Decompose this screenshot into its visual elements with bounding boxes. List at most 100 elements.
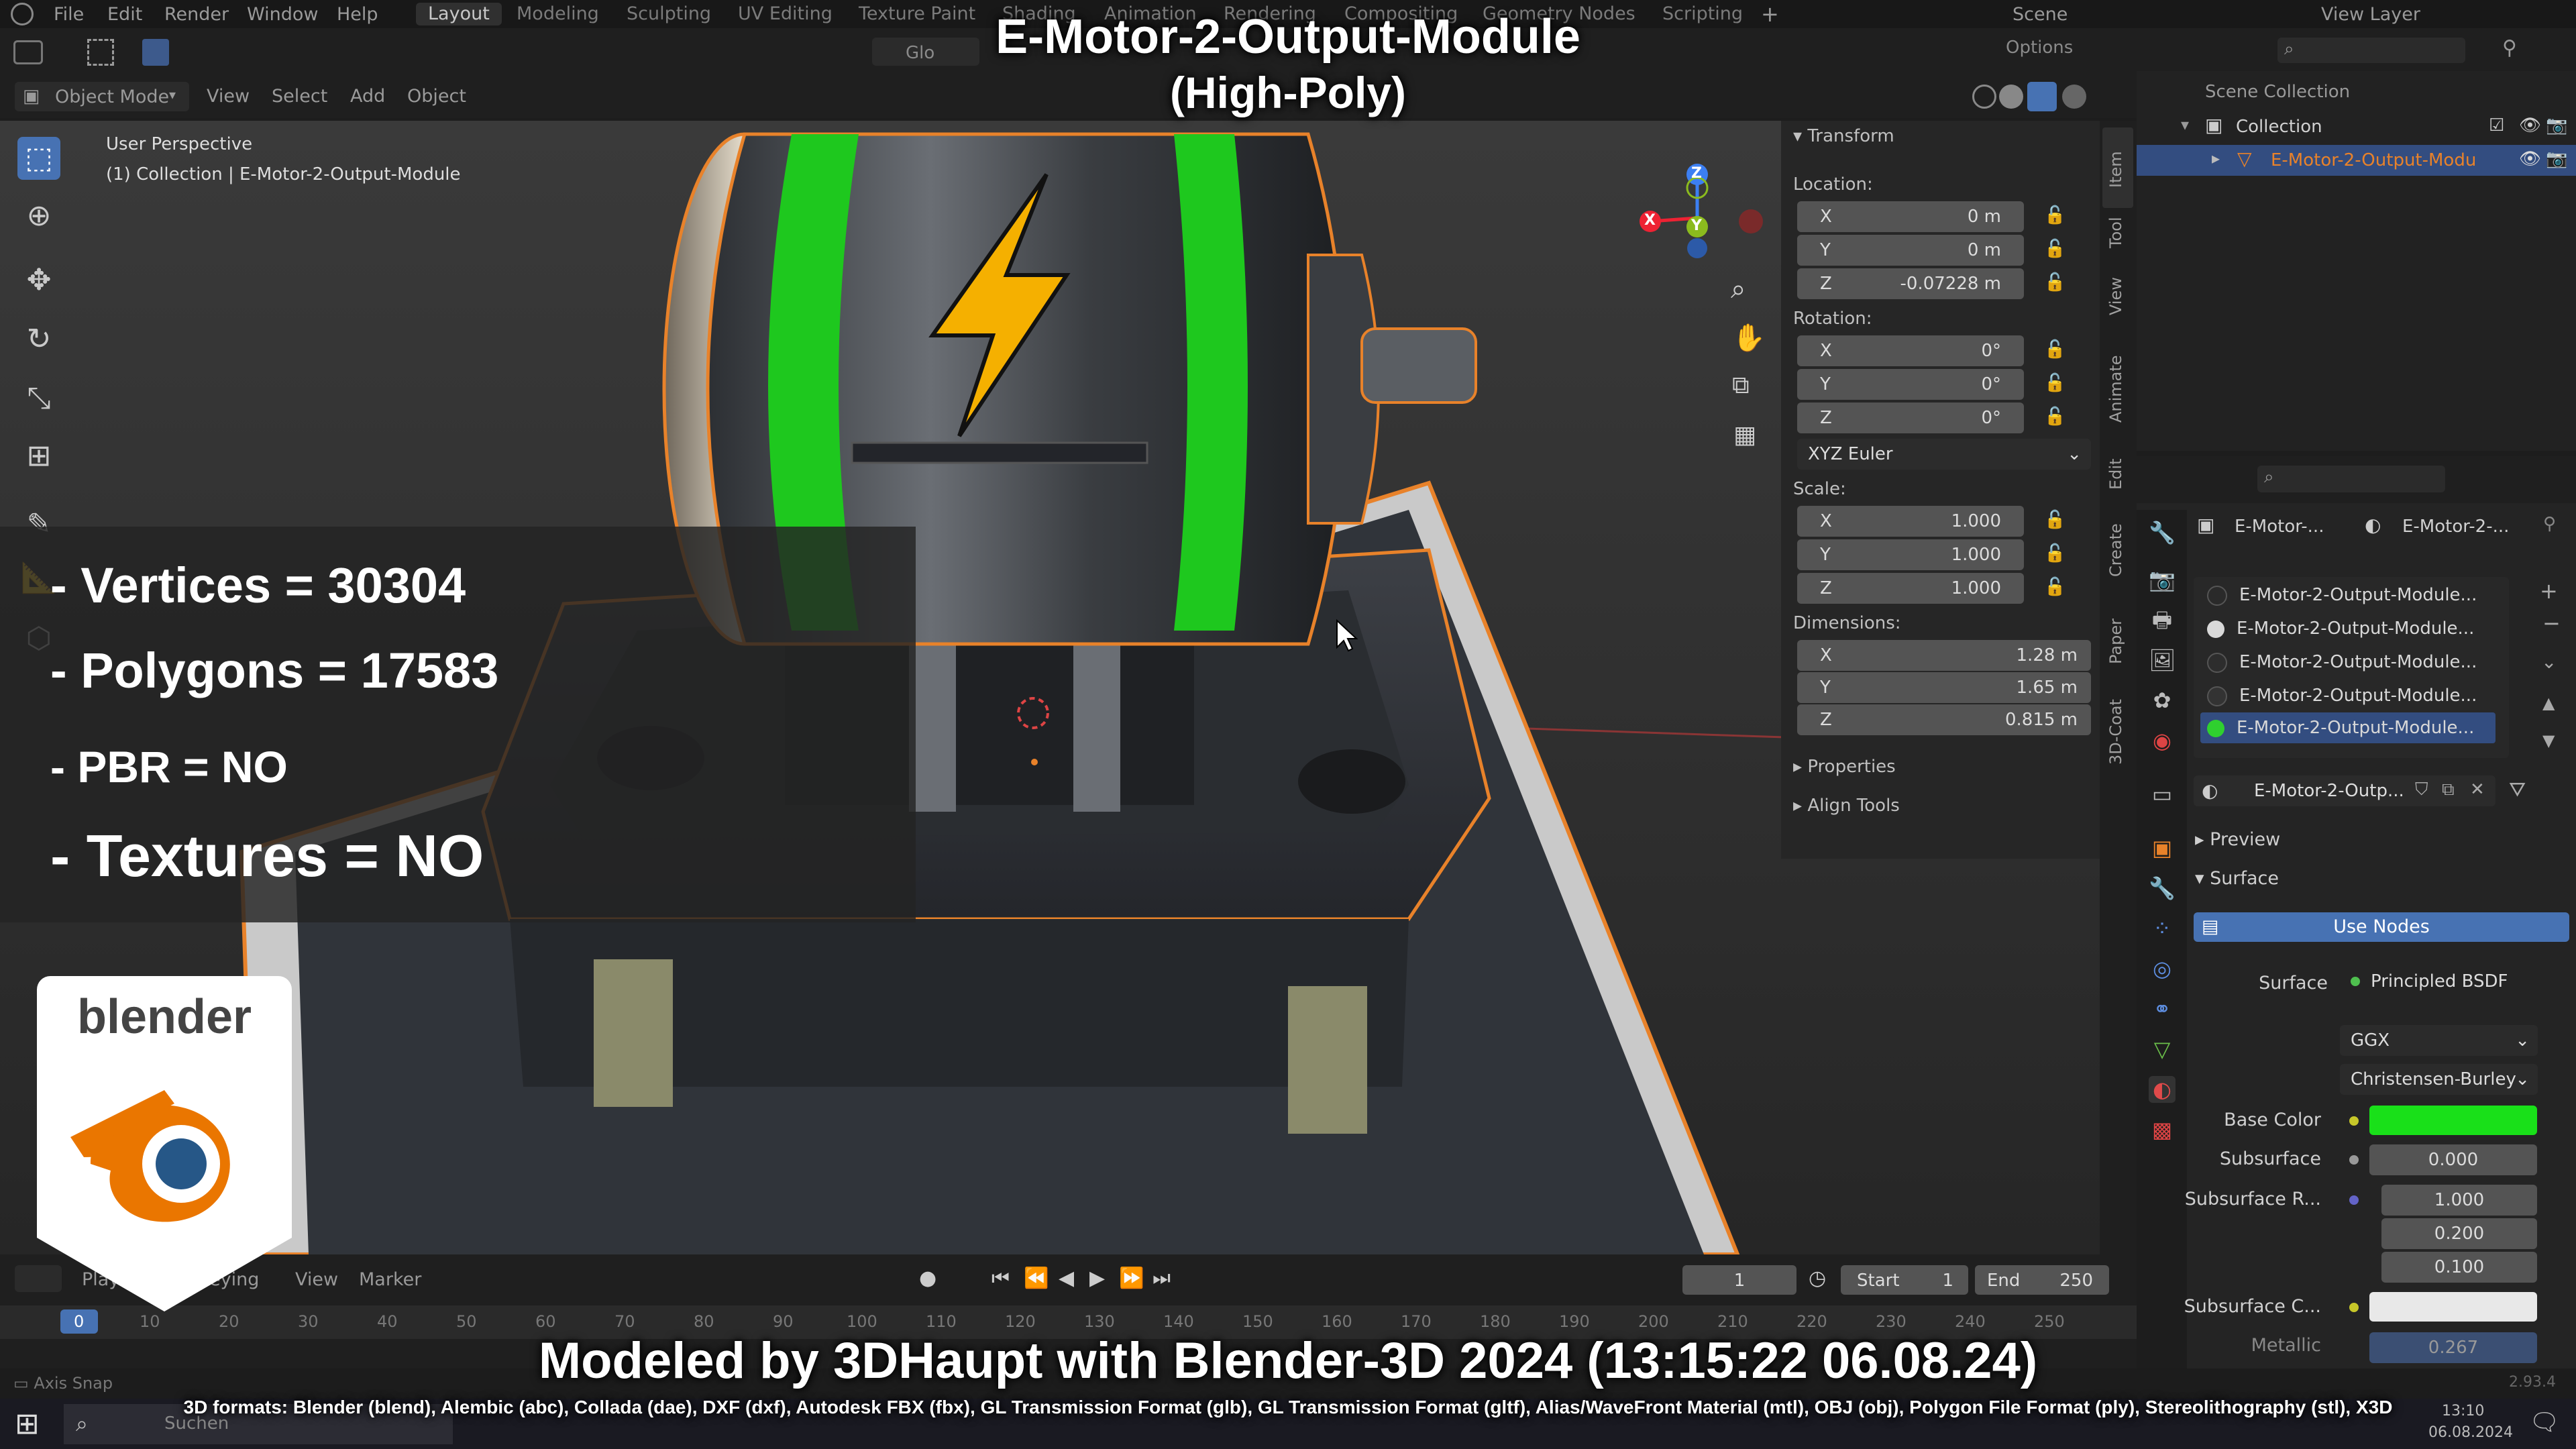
fake-user-icon[interactable]: ⛉ [2415, 780, 2428, 800]
tab-view[interactable]: View [2106, 277, 2125, 315]
align-tools-panel-header[interactable]: ▸ Align Tools [1793, 796, 1900, 816]
physics-tab-icon[interactable]: ◎ [2149, 955, 2176, 982]
subsurface-radius-x-field[interactable]: 1.000 [2381, 1185, 2537, 1216]
checkbox-icon[interactable]: ☑ [2489, 115, 2504, 136]
tab-animate[interactable]: Animate [2106, 355, 2125, 423]
add-slot-icon[interactable]: + [2540, 578, 2558, 604]
unlink-icon[interactable]: ✕ [2470, 780, 2485, 800]
rotation-mode-dropdown[interactable]: XYZ Euler ⌄ [1797, 439, 2091, 470]
move-up-icon[interactable]: ▲ [2542, 694, 2555, 712]
grid-view-icon[interactable]: ▦ [1733, 421, 1756, 449]
move-down-icon[interactable]: ▼ [2542, 731, 2555, 750]
base-color-swatch[interactable] [2369, 1106, 2537, 1135]
surface-shader-field[interactable]: Principled BSDF [2341, 966, 2542, 997]
transform-panel-header[interactable]: ▾ Transform [1793, 126, 1894, 146]
rotation-z-field[interactable]: Z 0° [1797, 402, 2024, 433]
properties-search-field[interactable]: ⌕ [2257, 466, 2445, 492]
location-y-field[interactable]: Y 0 m [1797, 235, 2024, 266]
record-button[interactable]: ● [919, 1267, 936, 1290]
start-frame-field[interactable]: Start 1 [1841, 1265, 1968, 1295]
zoom-icon[interactable]: ⌕ [1731, 274, 1746, 305]
subsurface-color-swatch[interactable] [2369, 1292, 2537, 1322]
scene-tab-icon[interactable]: ✿ [2149, 687, 2176, 714]
lock-icon[interactable]: 🔓 [2044, 407, 2065, 427]
properties-panel-header[interactable]: ▸ Properties [1793, 757, 1896, 777]
tab-tool[interactable]: Tool [2106, 217, 2125, 248]
pin-icon[interactable]: ⚲ [2543, 514, 2556, 534]
location-z-field[interactable]: Z -0.07228 m [1797, 268, 2024, 299]
move-tool-icon[interactable]: ✥ [17, 259, 60, 302]
constraints-tab-icon[interactable]: ⚭ [2149, 996, 2176, 1022]
lock-icon[interactable]: 🔓 [2044, 373, 2065, 393]
view-layer-tab-icon[interactable]: 🖼 [2149, 647, 2176, 674]
jump-end-icon[interactable]: ⏭ [1152, 1267, 1171, 1290]
eye-icon[interactable]: 👁 [2519, 149, 2541, 169]
lock-icon[interactable]: 🔓 [2044, 205, 2065, 225]
prev-keyframe-icon[interactable]: ⏪ [1024, 1267, 1049, 1290]
material-tab-icon[interactable]: ◐ [2149, 1076, 2176, 1103]
subsurface-radius-y-field[interactable]: 0.200 [2381, 1218, 2537, 1249]
jump-start-icon[interactable]: ⏮ [991, 1267, 1010, 1290]
lock-icon[interactable]: 🔓 [2044, 543, 2065, 564]
camera-icon[interactable]: ⧉ [1732, 372, 1750, 400]
scale-tool-icon[interactable]: ⤡ [17, 377, 60, 420]
scale-z-field[interactable]: Z 1.000 [1797, 573, 2024, 604]
tab-item[interactable]: Item [2106, 151, 2125, 188]
object-tab-icon[interactable]: ▣ [2149, 835, 2176, 861]
current-frame-field[interactable]: 1 [1682, 1265, 1796, 1295]
transform-tool-icon[interactable]: ⊞ [17, 435, 60, 478]
location-x-field[interactable]: X 0 m [1797, 201, 2024, 232]
lock-icon[interactable]: 🔓 [2044, 577, 2065, 597]
output-tab-icon[interactable]: 🖶 [2149, 606, 2176, 633]
view-menu[interactable]: View [295, 1269, 338, 1290]
lock-icon[interactable]: 🔓 [2044, 510, 2065, 530]
next-keyframe-icon[interactable]: ⏩ [1119, 1267, 1144, 1290]
tool-settings-tab-icon[interactable]: 🔧 [2149, 519, 2176, 546]
play-icon[interactable]: ▶ [1089, 1267, 1105, 1290]
material-breadcrumb[interactable]: E-Motor-2-... [2402, 517, 2509, 537]
particles-tab-icon[interactable]: ⁘ [2149, 915, 2176, 942]
dimension-x-field[interactable]: X 1.28 m [1797, 640, 2091, 671]
navigation-gizmo[interactable]: Z X Y [1630, 141, 1778, 275]
subsurface-field[interactable]: 0.000 [2369, 1144, 2537, 1175]
lock-icon[interactable]: 🔓 [2044, 239, 2065, 259]
dimension-z-field[interactable]: Z 0.815 m [1797, 704, 2091, 735]
select-box-tool-icon[interactable]: ⬚ [17, 137, 60, 180]
modifier-tab-icon[interactable]: 🔧 [2149, 875, 2176, 902]
material-slot[interactable]: E-Motor-2-Output-Module... [2200, 680, 2496, 711]
end-frame-field[interactable]: End 250 [1975, 1265, 2109, 1295]
lock-icon[interactable]: 🔓 [2044, 339, 2065, 360]
camera-icon[interactable]: 📷 [2546, 115, 2567, 136]
material-slot-active[interactable]: E-Motor-2-Output-Module... [2200, 712, 2496, 743]
scale-x-field[interactable]: X 1.000 [1797, 506, 2024, 537]
collection-tab-icon[interactable]: ▭ [2149, 781, 2176, 808]
object-breadcrumb[interactable]: E-Motor-... [2235, 517, 2324, 537]
dimension-y-field[interactable]: Y 1.65 m [1797, 672, 2091, 703]
rotate-tool-icon[interactable]: ↻ [17, 318, 60, 361]
material-slot[interactable]: E-Motor-2-Output-Module... [2200, 647, 2496, 678]
preview-panel-header[interactable]: ▸ Preview [2195, 829, 2280, 850]
material-slot[interactable]: E-Motor-2-Output-Module... [2200, 613, 2496, 644]
rotation-y-field[interactable]: Y 0° [1797, 369, 2024, 400]
cursor-tool-icon[interactable]: ⊕ [17, 195, 60, 237]
material-slot[interactable]: E-Motor-2-Output-Module... [2200, 580, 2496, 610]
timeline-editor-type-icon[interactable] [15, 1265, 62, 1292]
tab-create[interactable]: Create [2106, 523, 2125, 577]
browse-material-icon[interactable]: ⛛ [2509, 778, 2526, 802]
slot-specials-icon[interactable]: ⌄ [2541, 651, 2557, 673]
play-reverse-icon[interactable]: ◀ [1059, 1267, 1074, 1290]
surface-panel-header[interactable]: ▾ Surface [2195, 868, 2279, 889]
render-tab-icon[interactable]: 📷 [2149, 566, 2176, 593]
outliner-row-object[interactable]: ▸ ▽ E-Motor-2-Output-Modu 👁 📷 [2137, 145, 2576, 176]
subsurface-method-dropdown[interactable]: Christensen-Burley ⌄ [2340, 1064, 2538, 1095]
tab-3d-coat[interactable]: 3D-Coat [2106, 699, 2125, 765]
marker-menu[interactable]: Marker [359, 1269, 421, 1290]
tab-edit[interactable]: Edit [2106, 459, 2125, 490]
distribution-dropdown[interactable]: GGX ⌄ [2340, 1025, 2538, 1056]
scale-y-field[interactable]: Y 1.000 [1797, 539, 2024, 570]
eye-icon[interactable]: 👁 [2519, 115, 2541, 136]
data-tab-icon[interactable]: ▽ [2149, 1036, 2176, 1063]
material-datablock-selector[interactable]: ◐ E-Motor-2-Outp... ⛉ ⧉ ✕ [2194, 775, 2496, 806]
rotation-x-field[interactable]: X 0° [1797, 335, 2024, 366]
use-nodes-button[interactable]: ▤ Use Nodes [2194, 912, 2569, 942]
